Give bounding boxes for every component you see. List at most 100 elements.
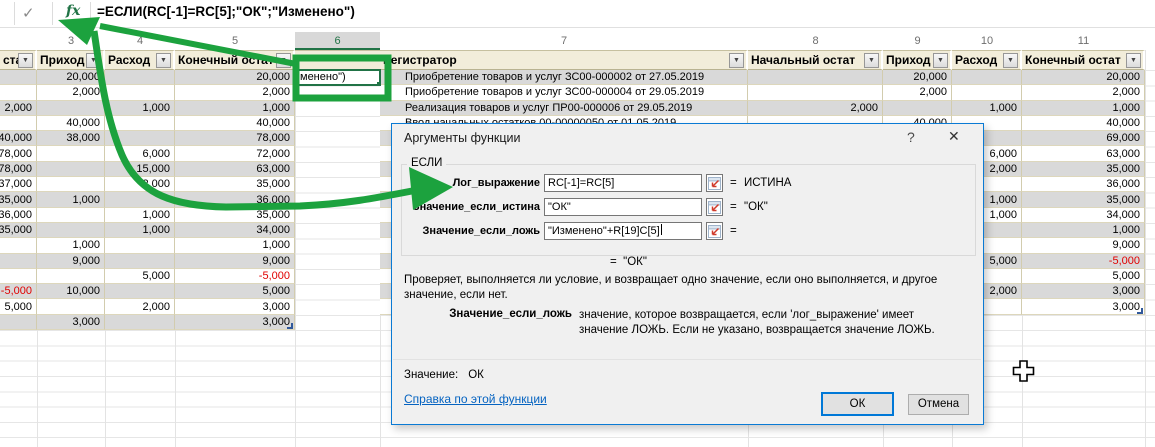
filter-icon[interactable]: ▼ [933,53,948,68]
column-number-5[interactable]: 5 [175,32,295,50]
table-cell[interactable] [748,85,883,100]
argument-input[interactable]: RC[-1]=RC[5] [544,174,702,192]
table-cell[interactable] [0,269,37,284]
filter-icon[interactable]: ▼ [86,53,101,68]
table-cell[interactable]: 36,000 [175,192,295,207]
column-number-8[interactable]: 8 [748,32,883,50]
table-cell[interactable]: 69,000 [1022,131,1145,146]
table-resize-handle[interactable] [287,323,293,329]
table-cell[interactable]: 20,000 [883,70,952,85]
table-cell[interactable]: 1,000 [175,238,295,253]
table-cell[interactable]: 9,000 [1022,238,1145,253]
table-cell[interactable]: 34,000 [1022,208,1145,223]
table-cell[interactable]: 15,000 [105,162,175,177]
table-cell[interactable]: 40,000 [175,116,295,131]
table-cell[interactable]: 78,000 [0,162,37,177]
insert-function-icon[interactable]: fx [66,3,80,19]
table-cell[interactable] [105,192,175,207]
table-cell[interactable]: 35,000 [175,208,295,223]
table-cell[interactable]: 63,000 [175,162,295,177]
table-header-cell[interactable]: Конечный остат▼ [175,50,295,70]
range-picker-icon[interactable] [706,174,723,192]
table-cell[interactable]: 5,000 [1022,269,1145,284]
table-cell[interactable] [105,284,175,299]
filter-icon[interactable]: ▼ [156,53,171,68]
table-cell[interactable]: 2,000 [175,85,295,100]
dialog-help-icon[interactable]: ? [907,129,915,145]
table-cell[interactable]: 1,000 [1022,101,1145,116]
filter-icon[interactable]: ▼ [1003,53,1018,68]
table-cell[interactable]: 2,000 [37,85,105,100]
range-picker-icon[interactable] [706,222,723,240]
table-resize-handle[interactable] [1137,308,1143,314]
table-cell[interactable]: -5,000 [175,269,295,284]
empty-header-cell[interactable] [295,50,380,70]
table-cell[interactable]: 9,000 [175,254,295,269]
table-cell[interactable]: 20,000 [175,70,295,85]
argument-input[interactable]: "Изменено"+R[19]C[5] [544,222,702,240]
table-cell[interactable] [0,116,37,131]
table-cell[interactable] [0,254,37,269]
table-cell[interactable]: 1,000 [105,208,175,223]
table-header-cell[interactable]: стат▼ [0,50,37,70]
column-number-11[interactable]: 11 [1022,32,1145,50]
table-cell[interactable] [883,101,952,116]
table-cell[interactable]: 1,000 [37,192,105,207]
filter-icon[interactable]: ▼ [864,53,879,68]
table-cell[interactable] [105,254,175,269]
table-cell[interactable] [952,85,1022,100]
table-cell[interactable]: 3,000 [175,315,295,330]
filter-icon[interactable]: ▼ [18,53,33,68]
table-cell[interactable] [37,269,105,284]
filter-icon[interactable]: ▼ [729,53,744,68]
table-cell[interactable]: 40,000 [0,131,37,146]
table-cell[interactable]: -5,000 [0,284,37,299]
formula-input[interactable]: =ЕСЛИ(RC[-1]=RC[5];"ОК";"Изменено") [97,4,355,19]
table-cell[interactable]: 1,000 [952,101,1022,116]
column-number-9[interactable]: 9 [883,32,952,50]
table-cell[interactable]: 36,000 [0,208,37,223]
table-cell[interactable] [748,70,883,85]
table-cell[interactable]: 20,000 [37,70,105,85]
table-cell[interactable]: 35,000 [1022,192,1145,207]
table-cell[interactable]: 78,000 [0,146,37,161]
table-cell[interactable]: 1,000 [175,101,295,116]
table-cell[interactable] [37,208,105,223]
table-cell[interactable]: 40,000 [37,116,105,131]
table-header-cell[interactable]: Расход▼ [952,50,1022,70]
table-cell[interactable]: 40,000 [1022,116,1145,131]
table-cell[interactable] [105,70,175,85]
table-cell[interactable] [37,299,105,314]
table-cell[interactable] [37,162,105,177]
ok-button[interactable]: ОК [821,392,894,416]
table-cell[interactable] [0,70,37,85]
table-cell[interactable] [37,101,105,116]
table-cell[interactable] [105,131,175,146]
table-cell[interactable]: Реализация товаров и услуг ПР00-000006 о… [380,101,748,116]
table-header-cell[interactable]: Приход▼ [37,50,105,70]
table-cell[interactable] [0,315,37,330]
table-cell[interactable]: 2,000 [1022,85,1145,100]
table-cell[interactable]: Приобретение товаров и услуг ЗС00-000004… [380,85,748,100]
table-cell[interactable]: 2,000 [105,299,175,314]
table-cell[interactable]: 2,000 [748,101,883,116]
table-cell[interactable] [105,315,175,330]
table-cell[interactable]: 35,000 [1022,162,1145,177]
table-cell[interactable]: 72,000 [175,146,295,161]
table-cell[interactable] [37,146,105,161]
column-number-10[interactable]: 10 [952,32,1022,50]
table-cell[interactable]: 1,000 [37,238,105,253]
table-cell[interactable]: 35,000 [0,192,37,207]
table-cell[interactable]: 1,000 [105,101,175,116]
cell-in-edit[interactable]: менено") [295,69,381,86]
table-cell[interactable]: 35,000 [0,223,37,238]
table-cell[interactable] [105,238,175,253]
table-cell[interactable] [37,223,105,238]
table-cell[interactable] [37,177,105,192]
table-cell[interactable]: 6,000 [105,146,175,161]
table-cell[interactable] [105,85,175,100]
table-cell[interactable] [952,70,1022,85]
table-cell[interactable]: 5,000 [105,269,175,284]
table-cell[interactable]: -5,000 [1022,254,1145,269]
column-number-7[interactable]: 7 [380,32,748,50]
